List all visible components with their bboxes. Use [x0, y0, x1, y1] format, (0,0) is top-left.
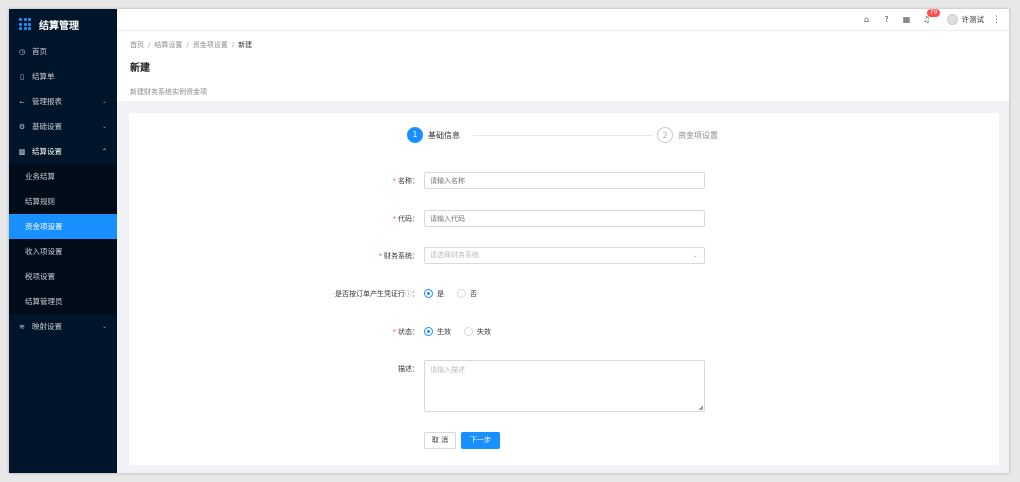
sidebar-item-mapping[interactable]: ≋ 映射设置 ⌄ — [9, 314, 117, 339]
bar-chart-icon: ▥ — [18, 147, 26, 156]
wifi-icon: ≋ — [19, 322, 25, 331]
radio-button[interactable] — [464, 327, 473, 336]
chevron-down-icon: ⌄ — [692, 252, 698, 259]
step-1-label: 基础信息 — [428, 131, 460, 140]
steps: 1 基础信息 2 资金项设置 — [407, 127, 727, 145]
step-connector — [473, 135, 653, 136]
name-label: * 名称： — [392, 177, 420, 185]
breadcrumb-current: 新建 — [238, 41, 253, 49]
radio-button[interactable] — [457, 289, 466, 298]
dashboard-icon: ◷ — [18, 47, 26, 56]
submenu-item-tax-settings[interactable]: 税项设置 — [9, 264, 117, 289]
voucher-label: 是否按订单产生凭证行ⓘ： — [335, 290, 419, 298]
sidebar-item-label: 结算设置 — [32, 147, 62, 156]
submenu-item-business[interactable]: 业务结算 — [9, 164, 117, 189]
sidebar-item-label: 首页 — [32, 47, 47, 56]
submenu-item-admins[interactable]: 结算管理员 — [9, 289, 117, 314]
submenu: 业务结算 结算规则 资金项设置 收入项设置 税项设置 结算管理员 — [9, 164, 117, 314]
apps-grid-icon — [19, 18, 31, 30]
avatar[interactable] — [946, 14, 958, 25]
submenu-item-income-settings[interactable]: 收入项设置 — [9, 239, 117, 264]
page-description: 新建财务系统实例资金项 — [130, 88, 207, 96]
chevron-down-icon: ⌄ — [101, 323, 107, 330]
voucher-radio-group: 是 否 — [424, 285, 490, 302]
required-mark: * — [392, 328, 397, 336]
user-name[interactable]: 许测试 — [962, 14, 985, 25]
sidebar-item-reports[interactable]: ⌙ 管理报表 ⌄ — [9, 89, 117, 114]
chevron-up-icon: ⌃ — [101, 148, 107, 155]
form-row-status: * 状态： 生效 失效 — [129, 323, 999, 341]
form-row-voucher: 是否按订单产生凭证行ⓘ： 是 否 — [129, 285, 999, 303]
required-mark: * — [378, 252, 383, 260]
sidebar-item-settlement[interactable]: ▯ 结算单 — [9, 64, 117, 89]
status-radio-group: 生效 失效 — [424, 323, 504, 340]
breadcrumb-item[interactable]: 资金项设置 — [193, 40, 228, 50]
code-label: * 代码： — [392, 215, 420, 223]
required-mark: * — [392, 177, 397, 185]
apps-icon[interactable]: ▦ — [897, 15, 917, 24]
sidebar-item-label: 映射设置 — [32, 322, 62, 331]
voucher-option-yes[interactable]: 是 — [424, 289, 444, 299]
bell-icon[interactable]: ♫ 79 — [917, 9, 941, 24]
app-logo[interactable]: 结算管理 — [9, 9, 117, 39]
page-header: 首页 / 结算设置 / 资金项设置 / 新建 新建 新建财务系统实例资金项 — [117, 31, 1009, 101]
file-icon: ▯ — [20, 72, 24, 81]
status-option-inactive[interactable]: 失效 — [464, 327, 491, 337]
help-icon[interactable]: ? — [877, 15, 897, 24]
sidebar-item-label: 管理报表 — [32, 97, 62, 106]
sidebar: 结算管理 ◷ 首页 ▯ 结算单 ⌙ 管理报表 ⌄ ⚙ 基础设置 ⌄ ▥ 结算设置… — [9, 9, 117, 473]
info-icon[interactable]: ⓘ — [405, 290, 412, 298]
app-title: 结算管理 — [39, 20, 79, 32]
notification-badge: 79 — [926, 9, 941, 17]
breadcrumb-separator: / — [148, 41, 151, 49]
chevron-down-icon: ⌄ — [101, 123, 107, 130]
chevron-down-icon: ⌄ — [101, 98, 107, 105]
radio-button[interactable] — [424, 327, 433, 336]
status-option-active[interactable]: 生效 — [424, 327, 451, 337]
breadcrumb-separator: / — [231, 41, 235, 49]
step-2-number: 2 — [657, 127, 673, 143]
sidebar-item-label: 结算单 — [32, 72, 55, 81]
line-chart-icon: ⌙ — [19, 97, 25, 106]
form-row-code: * 代码： — [129, 210, 999, 228]
next-step-button[interactable]: 下一步 — [461, 432, 500, 449]
name-input[interactable] — [424, 172, 705, 189]
cancel-button[interactable]: 取 消 — [424, 432, 456, 449]
resize-handle-icon[interactable]: ◢ — [698, 404, 703, 411]
required-mark: * — [392, 215, 397, 223]
submenu-item-fund-settings[interactable]: 资金项设置 — [9, 214, 117, 239]
radio-button[interactable] — [424, 289, 433, 298]
breadcrumb-separator: / — [186, 41, 189, 49]
status-label: * 状态： — [392, 328, 420, 336]
page-title: 新建 — [130, 63, 150, 74]
voucher-option-no[interactable]: 否 — [457, 289, 477, 299]
form-card: 1 基础信息 2 资金项设置 *名称： *代码： *财务系统： 请选择财务 — [129, 113, 999, 465]
sidebar-item-basic-settings[interactable]: ⚙ 基础设置 ⌄ — [9, 114, 117, 139]
breadcrumb-item[interactable]: 结算设置 — [154, 40, 182, 50]
step-2-label: 资金项设置 — [678, 131, 718, 140]
form-row-name: * 名称： — [129, 172, 999, 190]
code-input[interactable] — [424, 210, 705, 227]
sidebar-item-label: 基础设置 — [32, 122, 62, 131]
textarea-placeholder: 请输入描述 — [430, 366, 465, 374]
finance-system-label: * 财务系统： — [378, 252, 420, 260]
description-textarea[interactable]: 请输入描述 ◢ — [424, 360, 705, 412]
home-icon[interactable]: ⌂ — [857, 15, 877, 24]
settings-icon: ⚙ — [18, 122, 26, 131]
more-vertical-icon[interactable]: ⋮ — [992, 15, 1001, 25]
description-label: 描述： — [398, 365, 419, 373]
finance-system-select[interactable]: 请选择财务系统 ⌄ — [424, 247, 705, 264]
select-placeholder: 请选择财务系统 — [430, 251, 479, 259]
form-row-finance-system: * 财务系统： 请选择财务系统 ⌄ — [129, 247, 999, 265]
breadcrumb-item[interactable]: 首页 — [130, 40, 144, 50]
step-1-number: 1 — [407, 127, 423, 143]
form-row-description: 描述： 请输入描述 ◢ — [129, 360, 999, 412]
app-window: 结算管理 ◷ 首页 ▯ 结算单 ⌙ 管理报表 ⌄ ⚙ 基础设置 ⌄ ▥ 结算设置… — [9, 9, 1009, 473]
breadcrumb: 首页 / 结算设置 / 资金项设置 / 新建 — [130, 40, 996, 50]
submenu-item-rules[interactable]: 结算规则 — [9, 189, 117, 214]
top-header: ⌂ ? ▦ ♫ 79 许测试 ⋮ — [117, 9, 1009, 31]
sidebar-item-settlement-settings[interactable]: ▥ 结算设置 ⌃ — [9, 139, 117, 164]
sidebar-item-home[interactable]: ◷ 首页 — [9, 39, 117, 64]
